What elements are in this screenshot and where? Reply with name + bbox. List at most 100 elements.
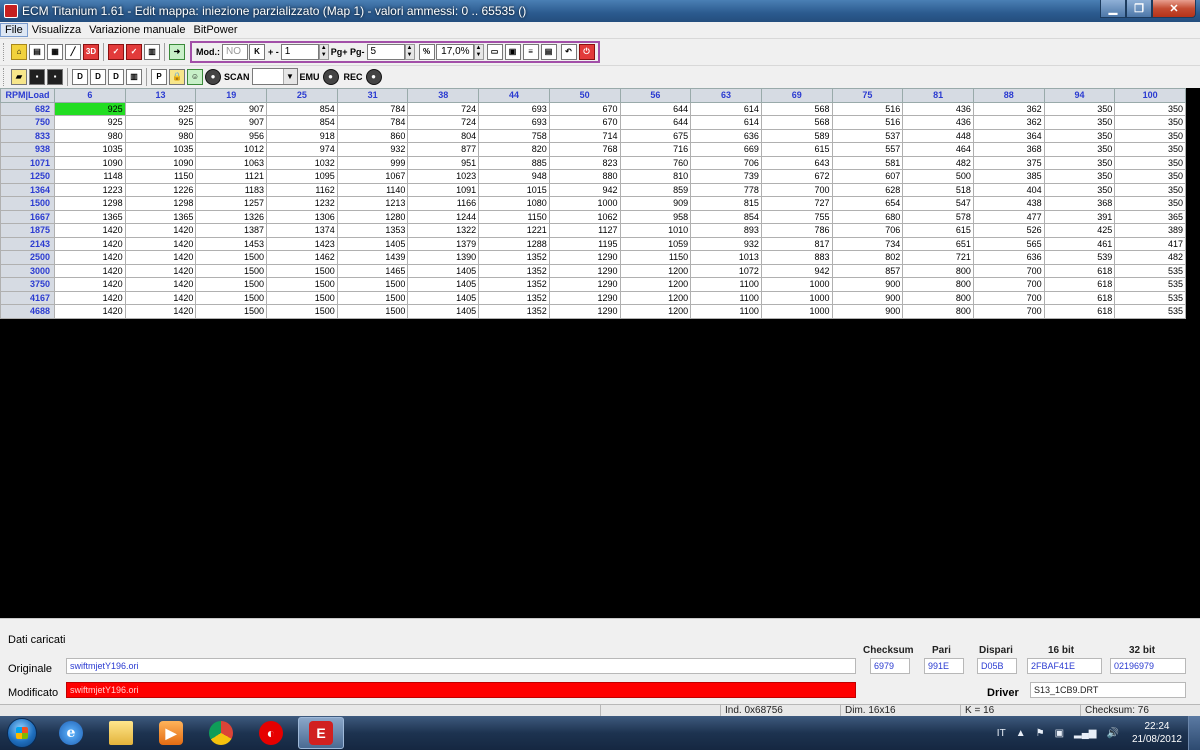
map-cell[interactable]: 859 (619, 182, 692, 197)
load-axis-header[interactable]: 56 (619, 88, 692, 103)
load-axis-header[interactable]: 94 (1043, 88, 1116, 103)
load-axis-header[interactable]: 88 (972, 88, 1045, 103)
map-cell[interactable]: 1121 (195, 169, 268, 184)
map-cell[interactable]: 885 (478, 155, 550, 170)
map-cell[interactable]: 883 (760, 250, 833, 265)
map-cell[interactable]: 618 (1043, 304, 1116, 319)
percent-icon[interactable]: % (418, 43, 435, 60)
apply-increase-icon[interactable]: ▣ (504, 43, 521, 60)
map-cell[interactable]: 1387 (195, 223, 268, 238)
load-axis-header[interactable]: 25 (266, 88, 338, 103)
map-cell[interactable]: 1226 (124, 182, 197, 197)
map-cell[interactable]: 734 (831, 236, 904, 251)
export-icon[interactable]: ➜ (169, 43, 185, 60)
map-cell[interactable]: 350 (1043, 115, 1116, 130)
map-cell[interactable]: 614 (690, 115, 762, 130)
map-cell[interactable]: 1420 (124, 263, 197, 278)
map-cell[interactable]: 907 (195, 101, 268, 116)
map-cell[interactable]: 1439 (336, 250, 409, 265)
rpm-axis-header[interactable]: 750 (0, 115, 55, 130)
map-cell[interactable]: 404 (972, 182, 1045, 197)
map-cell[interactable]: 350 (1114, 101, 1186, 116)
map-cell[interactable]: 1290 (548, 290, 621, 305)
rpm-axis-header[interactable]: 2143 (0, 236, 55, 251)
map-cell[interactable]: 1405 (407, 290, 480, 305)
taskbar-internet-explorer[interactable]: e (48, 717, 94, 749)
map-cell[interactable]: 800 (902, 304, 974, 319)
map-cell[interactable]: 1420 (124, 223, 197, 238)
map-cell[interactable]: 518 (902, 182, 974, 197)
scan-dropdown[interactable]: ▼ (251, 68, 298, 85)
map-cell[interactable]: 958 (619, 209, 692, 224)
map-cell[interactable]: 716 (619, 142, 692, 157)
map-cell[interactable]: 880 (548, 169, 621, 184)
map-cell[interactable]: 693 (478, 115, 550, 130)
rpm-axis-header[interactable]: 1875 (0, 223, 55, 238)
map-cell[interactable]: 1453 (195, 236, 268, 251)
map-cell[interactable]: 1067 (336, 169, 409, 184)
map-cell[interactable]: 581 (831, 155, 904, 170)
map-cell[interactable]: 1365 (124, 209, 197, 224)
map-cell[interactable]: 680 (831, 209, 904, 224)
rpm-axis-header[interactable]: 1250 (0, 169, 55, 184)
apply-equal-icon[interactable]: ≡ (522, 43, 539, 60)
map-cell[interactable]: 900 (831, 277, 904, 292)
flag-icon[interactable]: ⚑ (1036, 728, 1045, 739)
plusminus-spinner[interactable]: ▲ ▼ (318, 43, 329, 60)
map-cell[interactable]: 1290 (548, 304, 621, 319)
map-cell[interactable]: 1420 (54, 304, 126, 319)
map-cell[interactable]: 618 (1043, 290, 1116, 305)
map-cell[interactable]: 618 (1043, 277, 1116, 292)
map-cell[interactable]: 823 (548, 155, 621, 170)
map-cell[interactable]: 1148 (54, 169, 126, 184)
map-cell[interactable]: 1322 (407, 223, 480, 238)
map-cell[interactable]: 1500 (336, 290, 409, 305)
map-cell[interactable]: 802 (831, 250, 904, 265)
map-cell[interactable]: 1183 (195, 182, 268, 197)
map-cell[interactable]: 1010 (619, 223, 692, 238)
start-button[interactable] (0, 716, 44, 750)
map-cell[interactable]: 389 (1114, 223, 1186, 238)
map-cell[interactable]: 425 (1043, 223, 1116, 238)
map-cell[interactable]: 1080 (478, 196, 550, 211)
map-cell[interactable]: 417 (1114, 236, 1186, 251)
map-cell[interactable]: 1200 (619, 263, 692, 278)
map-cell[interactable]: 1290 (548, 277, 621, 292)
check-icon[interactable]: ✓ (108, 43, 124, 60)
map-cell[interactable]: 942 (548, 182, 621, 197)
map-cell[interactable]: 614 (690, 101, 762, 116)
map-cell[interactable]: 1072 (690, 263, 762, 278)
open-folder-icon[interactable]: ▰ (11, 68, 27, 85)
close-button[interactable]: ✕ (1152, 0, 1196, 18)
map-cell[interactable]: 1352 (478, 250, 550, 265)
map-cell[interactable]: 1012 (195, 142, 268, 157)
rpm-axis-header[interactable]: 3750 (0, 277, 55, 292)
map-cell[interactable]: 607 (831, 169, 904, 184)
mod-toggle-icon[interactable]: K (249, 43, 265, 60)
rpm-axis-header[interactable]: 3000 (0, 263, 55, 278)
map-cell[interactable]: 1420 (54, 236, 126, 251)
map-cell[interactable]: 482 (902, 155, 974, 170)
map-cell[interactable]: 942 (760, 263, 833, 278)
map-cell[interactable]: 925 (124, 101, 197, 116)
map-cell[interactable]: 700 (972, 263, 1045, 278)
map-cell[interactable]: 1013 (690, 250, 762, 265)
load-axis-header[interactable]: 81 (902, 88, 974, 103)
map-cell[interactable]: 350 (1114, 182, 1186, 197)
language-indicator[interactable]: IT (997, 728, 1006, 739)
load-axis-header[interactable]: 50 (548, 88, 621, 103)
map-cell[interactable]: 669 (690, 142, 762, 157)
map-cell[interactable]: 1035 (54, 142, 126, 157)
map-cell[interactable]: 1500 (336, 277, 409, 292)
page-input[interactable]: 5 (366, 43, 405, 60)
map-cell[interactable]: 739 (690, 169, 762, 184)
map-cell[interactable]: 618 (1043, 263, 1116, 278)
map-cell[interactable]: 1140 (336, 182, 409, 197)
map-cell[interactable]: 654 (831, 196, 904, 211)
map-cell[interactable]: 907 (195, 115, 268, 130)
map-cell[interactable]: 786 (760, 223, 833, 238)
chevron-down-icon[interactable]: ▼ (282, 69, 297, 84)
connect-icon[interactable]: ● (205, 68, 221, 85)
map-cell[interactable]: 578 (902, 209, 974, 224)
load-axis-header[interactable]: 100 (1114, 88, 1186, 103)
